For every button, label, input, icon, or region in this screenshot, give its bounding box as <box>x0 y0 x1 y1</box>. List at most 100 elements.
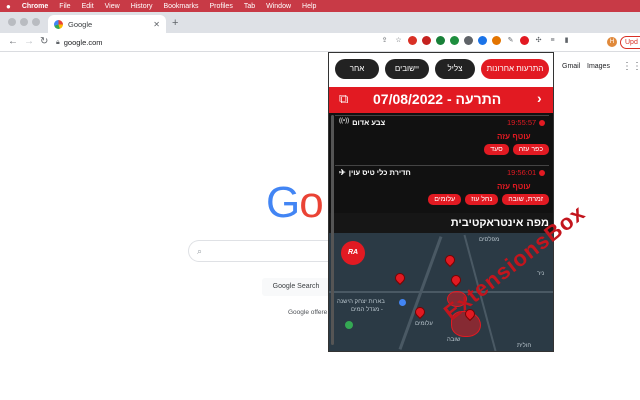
extension-blue-icon[interactable] <box>478 36 487 45</box>
plane-icon: ✈ <box>339 168 346 177</box>
apple-icon[interactable]: ● <box>6 2 11 11</box>
map-label: חולית <box>517 343 532 349</box>
tab-google[interactable]: Google ✕ <box>48 15 166 33</box>
popup-tab-bar: התרעות אחרונות צליל יישובים אחר <box>329 53 553 87</box>
lock-icon[interactable]: 🔒︎ <box>56 39 60 47</box>
menu-profiles[interactable]: Profiles <box>209 3 232 10</box>
google-logo: Go <box>266 178 324 228</box>
clock-icon <box>539 169 546 176</box>
map-label: ניר <box>537 271 545 277</box>
menu-history[interactable]: History <box>131 3 153 10</box>
alert-time: 19:56:01 <box>507 168 546 177</box>
extension-red-alert-icon[interactable] <box>520 36 529 45</box>
alert-title: התרעה - 07/08/2022 <box>373 91 502 107</box>
clock-icon <box>539 119 546 126</box>
google-search-button[interactable]: Google Search <box>262 278 330 296</box>
menu-app-name[interactable]: Chrome <box>22 3 48 10</box>
menu-bookmarks[interactable]: Bookmarks <box>163 3 198 10</box>
tab-sound[interactable]: צליל <box>435 59 475 79</box>
poi-icon <box>399 299 406 306</box>
reload-icon[interactable]: ↻ <box>40 36 48 47</box>
side-panel-icon[interactable]: ▮ <box>562 36 571 45</box>
alert-places: כפר עזה סעד <box>339 144 549 155</box>
alert-card: 19:55:57 ((•)) צבע אדום עוטף עזה כפר עזה… <box>335 115 549 159</box>
new-tab-icon[interactable]: + <box>172 17 178 29</box>
map-label: שובה <box>447 337 461 343</box>
share-icon[interactable]: ⇪ <box>380 36 389 45</box>
macos-menu-bar: ● Chrome File Edit View History Bookmark… <box>0 0 640 12</box>
alert-kind: ((•)) צבע אדום <box>339 118 385 127</box>
profile-avatar[interactable]: H <box>607 37 617 47</box>
update-button[interactable]: Upd <box>620 36 640 49</box>
google-favicon-icon <box>54 19 63 29</box>
extension-red-icon[interactable] <box>408 36 417 45</box>
address-bar[interactable]: 🔒︎ google.com <box>56 35 376 50</box>
menu-window[interactable]: Window <box>266 3 291 10</box>
map-label: מפלסים <box>479 237 500 243</box>
menu-file[interactable]: File <box>59 3 70 10</box>
media-control-icon[interactable]: ≡ <box>548 36 557 45</box>
images-link[interactable]: Images <box>587 63 610 70</box>
map-road <box>329 291 553 293</box>
place-chip[interactable]: זמרת, שובה <box>502 194 549 205</box>
alert-kind-text: צבע אדום <box>352 118 386 127</box>
search-icon: ⌕ <box>197 246 203 256</box>
alert-header: ‹ התרעה - 07/08/2022 ⧉ <box>329 87 553 113</box>
map-label: - מגדל המים <box>351 307 383 313</box>
map-pin-icon[interactable] <box>392 270 408 286</box>
gmail-link[interactable]: Gmail <box>562 63 580 70</box>
window-minimize-button[interactable] <box>20 18 28 26</box>
back-chevron-icon[interactable]: ‹ <box>537 90 542 106</box>
alert-card: 19:56:01 ✈ חדירת כלי טיס עוין עוטף עזה ז… <box>335 165 549 211</box>
app-logo-badge: RA <box>341 241 365 265</box>
map-pin-icon[interactable] <box>448 272 464 288</box>
extension-record-icon[interactable] <box>422 36 431 45</box>
place-chip[interactable]: כפר עזה <box>512 144 549 155</box>
menu-view[interactable]: View <box>105 3 120 10</box>
alert-region: עוטף עזה <box>497 182 531 191</box>
google-logo-o: o <box>299 178 324 227</box>
park-icon <box>345 321 353 329</box>
map-road <box>398 236 443 350</box>
back-arrow-icon[interactable]: ← <box>8 36 18 47</box>
window-close-button[interactable] <box>8 18 16 26</box>
google-logo-g: G <box>266 178 300 227</box>
tab-other[interactable]: אחר <box>335 59 379 79</box>
extension-gray-icon[interactable] <box>464 36 473 45</box>
extension-grammar-icon[interactable] <box>450 36 459 45</box>
google-search-box[interactable]: ⌕ <box>188 240 348 262</box>
address-text: google.com <box>63 38 103 47</box>
extensions-row: ⇪ ☆ ✎ ✣ ≡ ▮ <box>380 36 571 45</box>
alert-region: עוטף עזה <box>497 132 531 141</box>
map-pin-icon[interactable] <box>442 252 458 268</box>
menu-tab[interactable]: Tab <box>244 3 255 10</box>
apps-grid-icon[interactable]: ⋮⋮ <box>622 61 640 72</box>
tab-settlements[interactable]: יישובים <box>385 59 429 79</box>
map-title: מפה אינטראקטיבית <box>329 213 553 233</box>
alert-time: 19:55:57 <box>507 118 546 127</box>
popup-scrollbar[interactable] <box>331 115 334 345</box>
extension-green-icon[interactable] <box>436 36 445 45</box>
place-chip[interactable]: סעד <box>484 144 509 155</box>
menu-edit[interactable]: Edit <box>82 3 94 10</box>
extension-orange-icon[interactable] <box>492 36 501 45</box>
map-label: בארות יצחק הישנה <box>337 299 385 305</box>
bookmark-star-icon[interactable]: ☆ <box>394 36 403 45</box>
alert-kind: ✈ חדירת כלי טיס עוין <box>339 168 411 177</box>
map-label: עלומים <box>415 321 433 327</box>
tab-strip: Google ✕ + <box>0 12 640 33</box>
place-chip[interactable]: עלומים <box>428 194 462 205</box>
window-zoom-button[interactable] <box>32 18 40 26</box>
tab-recent-alerts[interactable]: התרעות אחרונות <box>481 59 549 79</box>
external-link-icon[interactable]: ⧉ <box>339 91 348 107</box>
place-chip[interactable]: נחל עוז <box>465 194 499 205</box>
alert-places: זמרת, שובה נחל עוז עלומים <box>339 194 549 205</box>
menu-help[interactable]: Help <box>302 3 316 10</box>
alert-time-text: 19:55:57 <box>507 118 537 127</box>
browser-toolbar: ← → ↻ 🔒︎ google.com ⇪ ☆ ✎ ✣ ≡ ▮ H Upd <box>0 33 640 52</box>
forward-arrow-icon[interactable]: → <box>24 36 34 47</box>
siren-icon: ((•)) <box>339 118 350 124</box>
extension-pen-icon[interactable]: ✎ <box>506 36 515 45</box>
tab-close-icon[interactable]: ✕ <box>153 20 160 29</box>
extensions-puzzle-icon[interactable]: ✣ <box>534 36 543 45</box>
